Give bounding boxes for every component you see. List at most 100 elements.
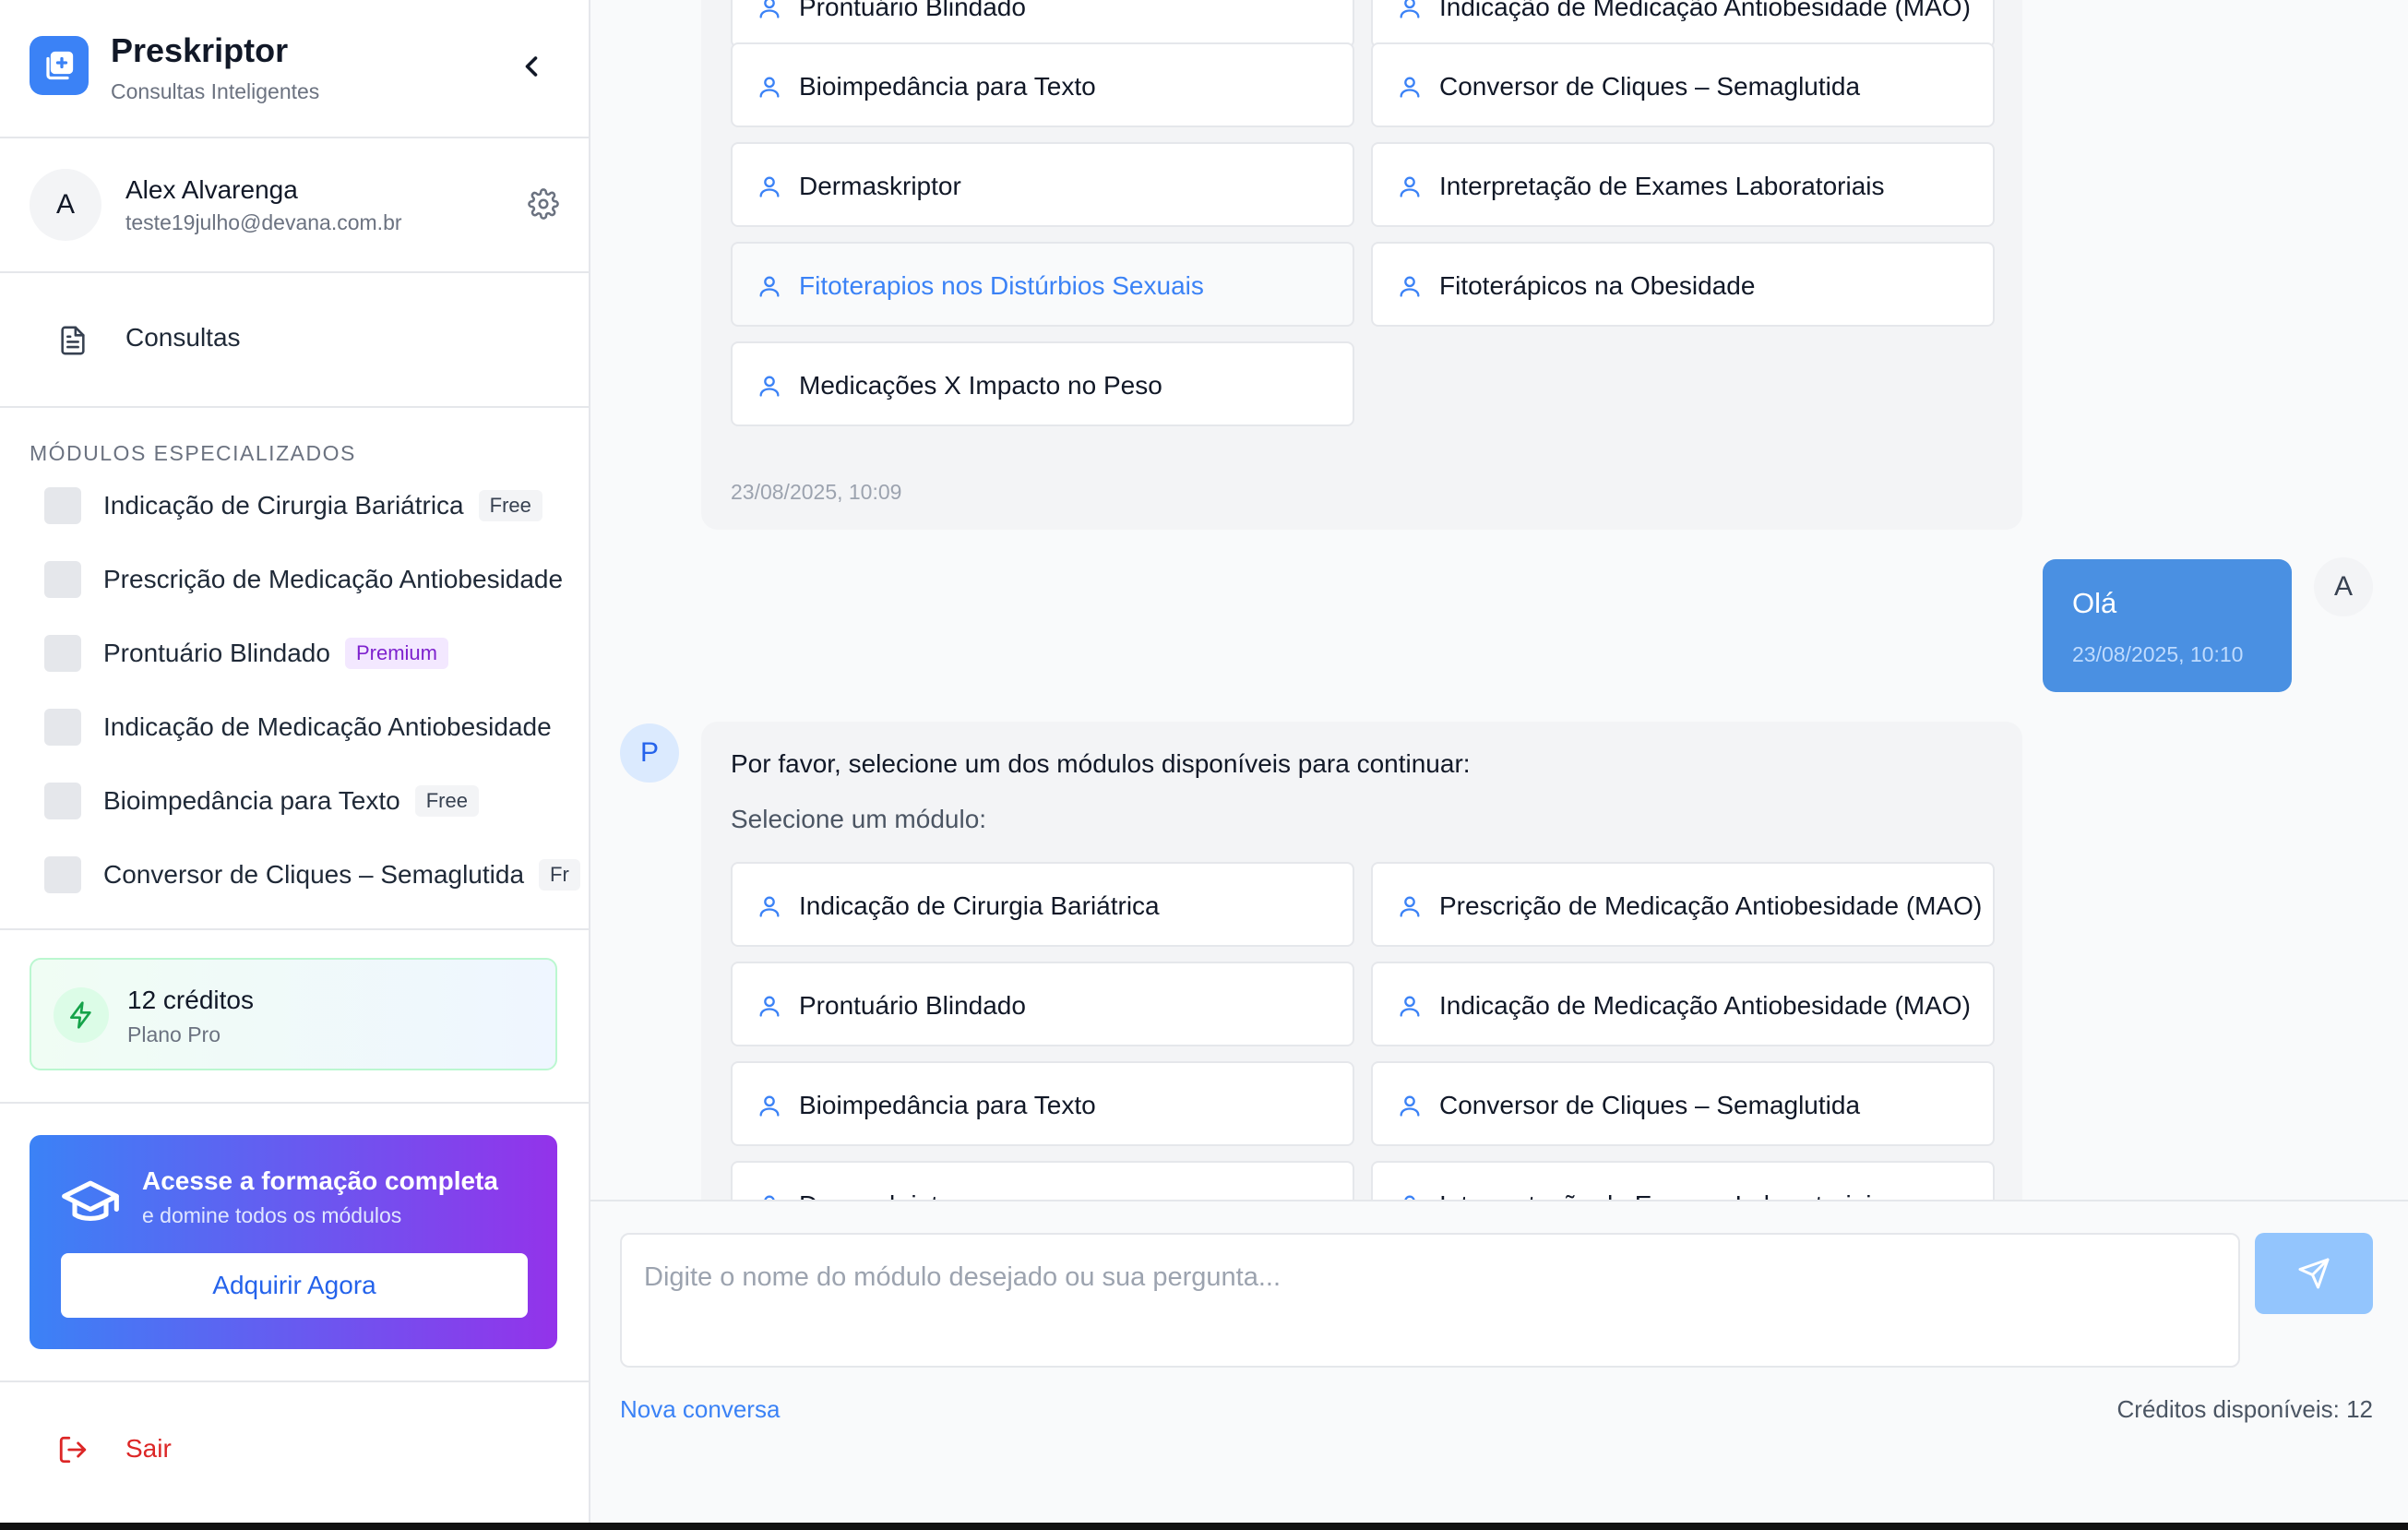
module-icon-placeholder [44,487,81,524]
premium-badge: Premium [344,638,448,669]
module-option-label: Medicações X Impacto no Peso [799,371,1162,400]
document-icon [61,326,85,355]
user-icon [759,0,780,18]
message-input[interactable] [622,1235,2238,1366]
module-option-label: Prontuário Blindado [799,0,1026,21]
list-item[interactable]: Prescrição de Medicação Antiobesidade [0,541,589,615]
module-label: Conversor de Cliques – Semaglutida [103,860,525,889]
module-option-button[interactable]: Prontuário Blindado [731,962,1354,1046]
module-option-button[interactable]: Medicações X Impacto no Peso [731,341,1354,426]
modules-section-title: MÓDULOS ESPECIALIZADOS [30,441,356,465]
module-option-label: Indicação de Cirurgia Bariátrica [799,891,1160,920]
module-option-button[interactable]: Fitoterápicos na Obesidade [1371,242,1995,327]
logout-icon[interactable] [57,1434,89,1465]
module-icon-placeholder [44,561,81,598]
module-option-label: Fitoterápicos na Obesidade [1439,271,1756,300]
gear-icon[interactable] [528,188,559,220]
free-badge: Free [478,490,542,521]
sidebar-header: Preskriptor Consultas Inteligentes [0,0,589,138]
module-option-button[interactable]: Bioimpedância para Texto [731,42,1354,127]
user-icon [1400,996,1420,1017]
select-module-hint: Selecione um módulo: [731,805,987,833]
chat-messages[interactable]: Prontuário Blindado Indicação de Medicaç… [590,0,2408,1200]
module-option-label: Interpretação de Exames Laboratoriais [1439,172,1885,200]
message-input-wrapper [620,1233,2240,1368]
module-label: Bioimpedância para Texto [103,786,400,815]
bot-message-text: Por favor, selecione um dos módulos disp… [731,749,1471,778]
nav-consultas[interactable]: Consultas [0,271,589,408]
list-item[interactable]: Bioimpedância para Texto Free [0,762,589,836]
module-option-label: Prescrição de Medicação Antiobesidade (M… [1439,891,1983,920]
bot-avatar: P [620,723,679,783]
module-option-label: Interpretação de Exames Laboratoriais [1439,1190,1885,1200]
avatar: A [2314,557,2373,616]
user-icon [759,176,780,197]
module-option-label: Fitoterapios nos Distúrbios Sexuais [799,271,1204,300]
module-option-button[interactable]: Dermaskriptor [731,142,1354,227]
free-badge: Fr [539,859,580,891]
module-option-label: Prontuário Blindado [799,991,1026,1020]
new-chat-link[interactable]: Nova conversa [620,1395,780,1424]
promo-banner: Acesse a formação completa e domine todo… [30,1135,557,1349]
module-icon-placeholder [44,709,81,746]
user-icon [1400,0,1420,18]
logo-icon [30,36,89,95]
free-badge: Free [414,785,479,817]
module-option-button[interactable]: Indicação de Medicação Antiobesidade (MA… [1371,0,1995,48]
user-name: Alex Alvarenga [125,175,298,204]
user-profile: A Alex Alvarenga teste19julho@devana.com… [0,137,589,273]
message-timestamp: 23/08/2025, 10:10 [2072,642,2244,666]
graduation-cap-icon [62,1180,119,1221]
buy-now-button[interactable]: Adquirir Agora [61,1253,528,1318]
module-option-label: Bioimpedância para Texto [799,1091,1096,1119]
bot-message: Prontuário Blindado Indicação de Medicaç… [701,0,2022,530]
app-window: Preskriptor Consultas Inteligentes A Ale… [0,0,2408,1523]
bot-message: Por favor, selecione um dos módulos disp… [701,722,2022,1200]
user-icon [759,276,780,297]
module-option-button[interactable]: Prontuário Blindado [731,0,1354,48]
app-name: Preskriptor [111,31,289,69]
module-option-button[interactable]: Interpretação de Exames Laboratoriais [1371,1161,1995,1200]
module-label: Indicação de Medicação Antiobesidade [103,712,552,741]
chevron-left-icon [525,56,538,77]
user-icon [759,996,780,1017]
send-button[interactable] [2255,1233,2373,1314]
module-option-button[interactable]: Indicação de Medicação Antiobesidade (MA… [1371,962,1995,1046]
module-option-label: Dermaskriptor [799,172,961,200]
module-icon-placeholder [44,783,81,819]
module-option-button[interactable]: Bioimpedância para Texto [731,1061,1354,1146]
module-option-label: Bioimpedância para Texto [799,72,1096,101]
module-option-label: Conversor de Cliques – Semaglutida [1439,1091,1861,1119]
module-option-button[interactable]: Fitoterapios nos Distúrbios Sexuais [731,242,1354,327]
logout-button[interactable]: Sair [125,1434,172,1464]
user-icon [759,896,780,917]
modules-list: Indicação de Cirurgia Bariátrica Free Pre… [0,467,589,910]
module-option-button[interactable]: Dermaskriptor [731,1161,1354,1200]
list-item[interactable]: Indicação de Cirurgia Bariátrica Free [0,467,589,541]
list-item[interactable]: Conversor de Cliques – Semaglutida Fr [0,836,589,910]
divider [0,1381,589,1382]
module-option-button[interactable]: Interpretação de Exames Laboratoriais [1371,142,1995,227]
module-option-button[interactable]: Prescrição de Medicação Antiobesidade (M… [1371,862,1995,947]
user-icon [1400,896,1420,917]
module-label: Prontuário Blindado [103,639,330,667]
module-icon-placeholder [44,856,81,893]
credits-card: 12 créditos Plano Pro [30,958,557,1070]
promo-subtitle: e domine todos os módulos [142,1203,402,1227]
divider [0,1102,589,1104]
list-item[interactable]: Prontuário Blindado Premium [0,615,589,688]
collapse-sidebar-button[interactable] [515,50,548,83]
credits-available: Créditos disponíveis: 12 [2116,1395,2373,1423]
module-option-button[interactable]: Conversor de Cliques – Semaglutida [1371,42,1995,127]
chat-input-area: Nova conversa Créditos disponíveis: 12 [590,1200,2408,1523]
send-icon [2298,1258,2330,1289]
module-option-button[interactable]: Indicação de Cirurgia Bariátrica [731,862,1354,947]
module-option-label: Indicação de Medicação Antiobesidade (MA… [1439,0,1971,21]
user-icon [1400,1095,1420,1117]
user-icon [759,77,780,98]
user-icon [759,376,780,397]
user-icon [1400,176,1420,197]
module-option-button[interactable]: Conversor de Cliques – Semaglutida [1371,1061,1995,1146]
modules-section: MÓDULOS ESPECIALIZADOS Indicação de Ciru… [0,406,589,930]
list-item[interactable]: Indicação de Medicação Antiobesidade [0,688,589,762]
